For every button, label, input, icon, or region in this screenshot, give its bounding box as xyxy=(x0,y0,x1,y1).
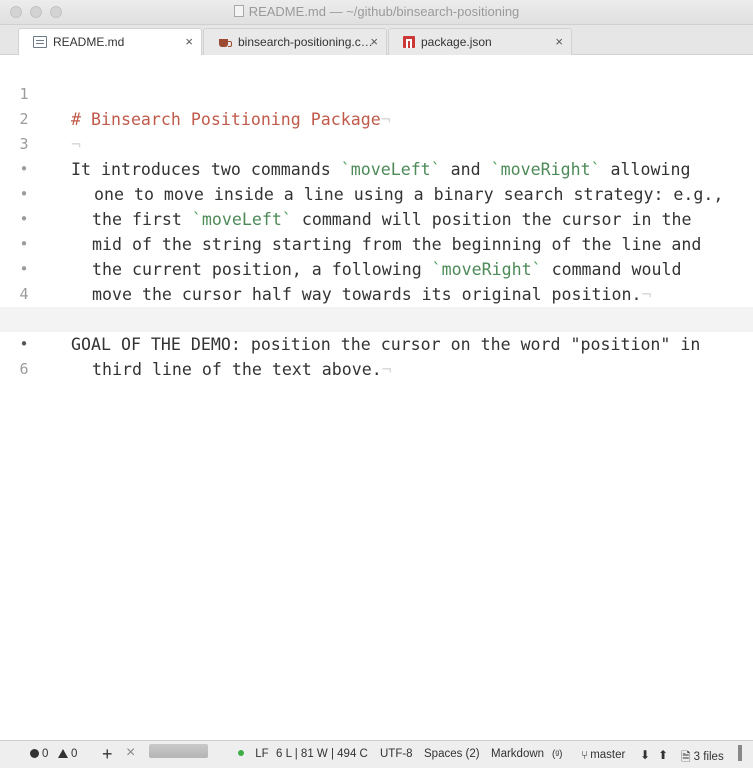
editor-wrapped-line-current[interactable]: • third line of the text above.¬ xyxy=(0,307,753,379)
tab-binsearch-positioning[interactable]: binsearch-positioning.c… × xyxy=(203,28,387,55)
editor-line[interactable]: 6 xyxy=(0,332,753,378)
push-up-icon[interactable]: ⬆ xyxy=(658,748,668,762)
status-bar: 0 0 + × LF 6 L | 81 W | 494 C UTF-8 Spac… xyxy=(0,740,753,768)
close-tab-icon[interactable]: × xyxy=(185,34,193,49)
warning-count[interactable]: 0 xyxy=(58,748,77,760)
close-tab-icon[interactable]: × xyxy=(555,34,563,49)
editor-wrapped-line[interactable]: • mid of the string starting from the be… xyxy=(0,182,753,254)
editor-line[interactable]: 3 It introduces two commands `moveLeft` … xyxy=(0,107,753,179)
editor-line[interactable]: 5 GOAL OF THE DEMO: position the cursor … xyxy=(0,282,753,354)
editor-wrapped-line[interactable]: • the current position, a following `mov… xyxy=(0,207,753,279)
indentation[interactable]: Spaces (2) xyxy=(424,748,480,760)
document-icon xyxy=(233,5,244,17)
git-branch-icon: ⑂ xyxy=(581,748,589,762)
error-icon xyxy=(30,749,39,758)
eol-marker: ¬ xyxy=(381,360,392,379)
progress-indicator xyxy=(149,744,208,758)
editor-line[interactable]: 4 ¬ xyxy=(0,257,753,329)
coffee-file-icon xyxy=(218,36,232,48)
tab-label: README.md xyxy=(53,35,125,49)
broadcast-icon[interactable]: (ᵍ) xyxy=(552,749,562,760)
git-branch[interactable]: ⑂ master xyxy=(581,748,625,762)
line-number: 6 xyxy=(19,360,29,378)
editor-line[interactable]: 2 ¬ xyxy=(0,82,753,154)
editor-wrapped-line[interactable]: • move the cursor half way towards its o… xyxy=(0,232,753,304)
close-icon[interactable]: × xyxy=(126,744,135,762)
file-icon: 🗎 xyxy=(681,750,691,764)
word-count[interactable]: 6 L | 81 W | 494 C xyxy=(276,748,368,760)
tab-package-json[interactable]: package.json × xyxy=(388,28,572,55)
fetch-down-icon[interactable]: ⬇ xyxy=(640,748,650,762)
editor[interactable]: 1 # Binsearch Positioning Package¬ 2 ¬ 3… xyxy=(0,56,753,740)
editor-wrapped-line[interactable]: • one to move inside a line using a bina… xyxy=(0,132,753,204)
markdown-file-icon xyxy=(33,36,47,48)
paragraph-text: third line of the text above.¬ xyxy=(92,360,392,379)
error-count[interactable]: 0 xyxy=(30,748,48,760)
resize-handle[interactable] xyxy=(738,745,742,761)
grammar-selector[interactable]: Markdown xyxy=(491,748,544,760)
window-title: README.md — ~/github/binsearch-positioni… xyxy=(0,4,753,19)
editor-wrapped-line[interactable]: • the first `moveLeft` command will posi… xyxy=(0,157,753,229)
add-icon[interactable]: + xyxy=(102,744,113,765)
editor-line[interactable]: 1 # Binsearch Positioning Package¬ xyxy=(0,57,753,129)
tab-label: binsearch-positioning.c… xyxy=(238,35,373,49)
tab-label: package.json xyxy=(421,35,492,49)
warning-icon xyxy=(58,749,68,758)
tab-bar: README.md × binsearch-positioning.c… × p… xyxy=(0,25,753,55)
tab-readme[interactable]: README.md × xyxy=(18,28,202,55)
status-dot-icon xyxy=(238,750,244,756)
encoding[interactable]: UTF-8 xyxy=(380,748,413,760)
close-tab-icon[interactable]: × xyxy=(370,34,378,49)
line-ending[interactable]: LF xyxy=(238,748,269,760)
title-bar: README.md — ~/github/binsearch-positioni… xyxy=(0,0,753,25)
file-count[interactable]: 🗎 3 files xyxy=(681,748,724,768)
npm-file-icon xyxy=(403,36,415,48)
